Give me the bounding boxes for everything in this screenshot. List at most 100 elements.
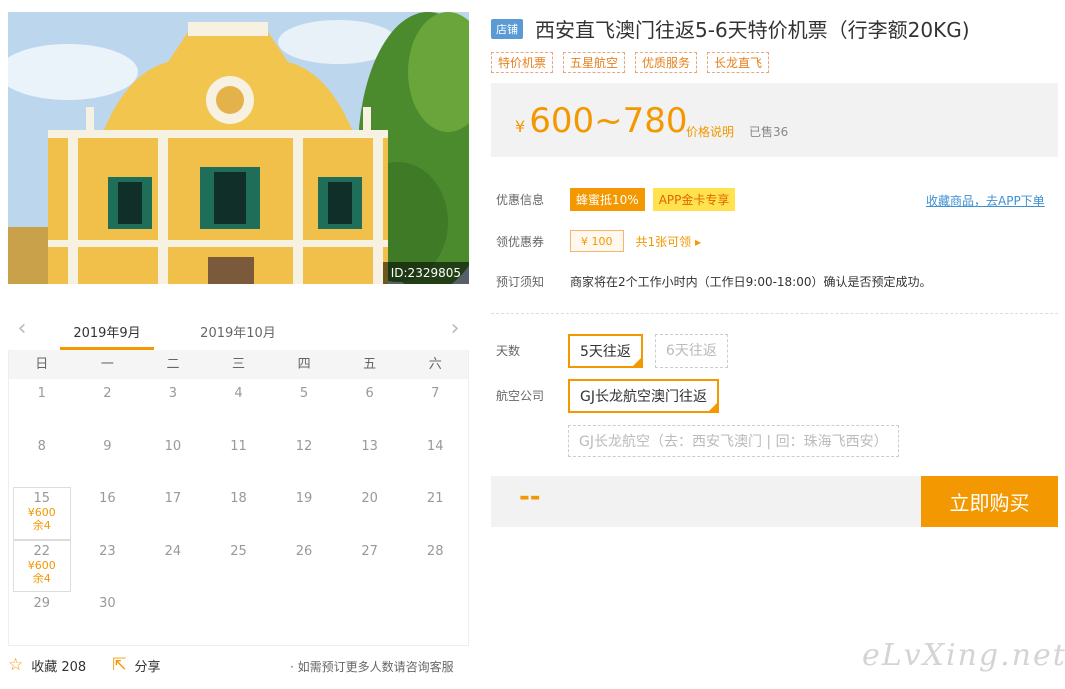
calendar-day-number: 25 [230,543,247,559]
product-actions: ☆ 收藏 208 ⇱ 分享 [8,655,186,675]
calendar-day-number: 23 [99,543,116,559]
photo-id-label: ID:2329805 [382,262,469,284]
group-booking-note: · 如需预订更多人数请咨询客服 [290,660,454,674]
site-watermark: eLvXing.net [862,638,1065,673]
calendar-day-number: 30 [99,596,116,611]
product-photo: ID:2329805 [8,12,469,284]
calendar-day-number: 16 [99,491,116,506]
calendar-day-number: 10 [164,438,182,454]
calendar-day-number: 22 [33,543,51,559]
next-month-arrow-icon[interactable]: › [445,318,465,340]
price-display: ¥ 600~780 [515,101,687,141]
calendar-day-price: ¥600 [27,506,56,519]
feature-tag: 长龙直飞 [707,52,770,73]
airline-label: 航空公司 [496,389,545,403]
favorite-label: 收藏 208 [31,659,87,675]
calendar-day: 23 [75,540,141,593]
calendar-day: 27 [337,540,403,593]
calendar-day: 4 [206,382,272,435]
weekday-label: 六 [428,357,442,372]
calendar-day-number: 15 [33,491,51,506]
favorite-button[interactable]: ☆ 收藏 208 [8,655,86,675]
coupon-row: 领优惠券 ¥ 100 共1张可领 ▸ [496,230,701,252]
product-title-row: 店铺 西安直飞澳门往返5-6天特价机票（行李额20KG) [491,14,1061,43]
tab-month-october[interactable]: 2019年10月 [188,322,288,350]
share-button[interactable]: ⇱ 分享 [112,655,160,675]
calendar-day: 17 [140,487,206,540]
feature-tags: 特价机票 五星航空 优质服务 长龙直飞 [491,52,779,73]
share-icon: ⇱ [112,655,127,675]
calendar-day-number: 24 [164,543,182,559]
share-label: 分享 [134,659,161,675]
calendar-day-number: 13 [361,438,378,454]
calendar-day: 9 [75,435,141,488]
calendar-day: 18 [206,487,272,540]
airline-option-roundtrip[interactable]: GJ长龙航空澳门往返 [568,379,719,413]
calendar-day: 29 [9,592,75,645]
airline-option-row: 航空公司 GJ长龙航空澳门往返 GJ长龙航空（去：西安飞澳门 | 回：珠海飞西安… [496,379,1008,457]
calendar-day-number: 12 [295,438,313,454]
calendar-day: 7 [402,382,468,435]
calendar-day-available[interactable]: 15 ¥600 余4 [13,487,71,540]
calendar-day-number: 14 [426,438,444,454]
days-option-5[interactable]: 5天往返 [568,334,643,368]
star-icon: ☆ [8,655,24,675]
calendar-day: 13 [337,435,403,488]
tab-month-september[interactable]: 2019年9月 [60,322,154,350]
days-label: 天数 [496,344,521,358]
date-calendar: 日 一 二 三 四 五 六 1 2 3 4 5 6 7 8 9 10 11 12 13 14 15 ¥600 余… [8,350,469,646]
favorite-app-link[interactable]: 收藏商品，去APP下单 [926,192,1045,209]
calendar-day: 2 [75,382,141,435]
calendar-day: 20 [337,487,403,540]
coupon-chip[interactable]: ¥ 100 [570,230,624,252]
calendar-day-number: 21 [426,491,444,506]
weekday-label: 二 [166,357,180,372]
buy-bar: -- 立即购买 [491,476,1058,527]
buy-now-button[interactable]: 立即购买 [921,476,1058,527]
calendar-day-number: 19 [295,491,313,506]
calendar-day-number: 18 [230,491,247,506]
calendar-day-grid: 1 2 3 4 5 6 7 8 9 10 11 12 13 14 15 ¥600 余4 16 17 18 19 20 21 2… [9,379,468,645]
price-box: ¥ 600~780 价格说明 已售36 [491,83,1058,157]
weekday-label: 四 [297,357,311,372]
prev-month-arrow-icon[interactable]: ‹ [12,318,32,340]
coupon-claim-link[interactable]: 共1张可领 ▸ [636,233,701,250]
price-note-link[interactable]: 价格说明 [686,123,734,140]
calendar-day-number: 1 [37,386,46,401]
calendar-day-number: 6 [365,386,374,401]
calendar-day-number: 27 [361,543,378,559]
calendar-day: 10 [140,435,206,488]
days-option-row: 天数 5天往返 6天往返 [496,334,1008,368]
promo-label: 优惠信息 [496,193,545,207]
calendar-day: 26 [271,540,337,593]
calendar-day: 24 [140,540,206,593]
calendar-day: 16 [75,487,141,540]
calendar-day-number: 29 [33,596,51,611]
calendar-day: 25 [206,540,272,593]
days-option-6[interactable]: 6天往返 [654,334,728,368]
weekday-label: 五 [363,357,377,372]
calendar-day-stock: 余4 [32,571,51,585]
church-facade-image [8,12,469,284]
calendar-day-number: 8 [37,438,46,454]
promo-row: 优惠信息 蜂蜜抵10% APP金卡专享 [496,188,743,211]
calendar-day-number: 7 [431,386,440,401]
calendar-weekday-header: 日 一 二 三 四 五 六 [9,350,468,379]
section-divider [491,313,1058,314]
calendar-day-number: 28 [426,543,444,559]
calendar-day: 11 [206,435,272,488]
calendar-day-number: 3 [168,386,178,401]
calendar-day-number: 17 [164,491,182,506]
page-title: 西安直飞澳门往返5-6天特价机票（行李额20KG) [535,18,970,42]
calendar-day: 8 [9,435,75,488]
coupon-label: 领优惠券 [496,234,545,249]
airline-options: GJ长龙航空澳门往返 GJ长龙航空（去：西安飞澳门 | 回：珠海飞西安） [568,379,1008,457]
calendar-day-number: 4 [234,386,243,401]
shop-tag: 店铺 [491,18,523,39]
calendar-day: 12 [271,435,337,488]
airline-option-open-jaw[interactable]: GJ长龙航空（去：西安飞澳门 | 回：珠海飞西安） [568,425,899,457]
feature-tag: 五星航空 [563,52,626,73]
calendar-day-number: 11 [230,438,247,454]
calendar-day: 1 [9,382,75,435]
calendar-day-available[interactable]: 22 ¥600 余4 [13,539,71,592]
